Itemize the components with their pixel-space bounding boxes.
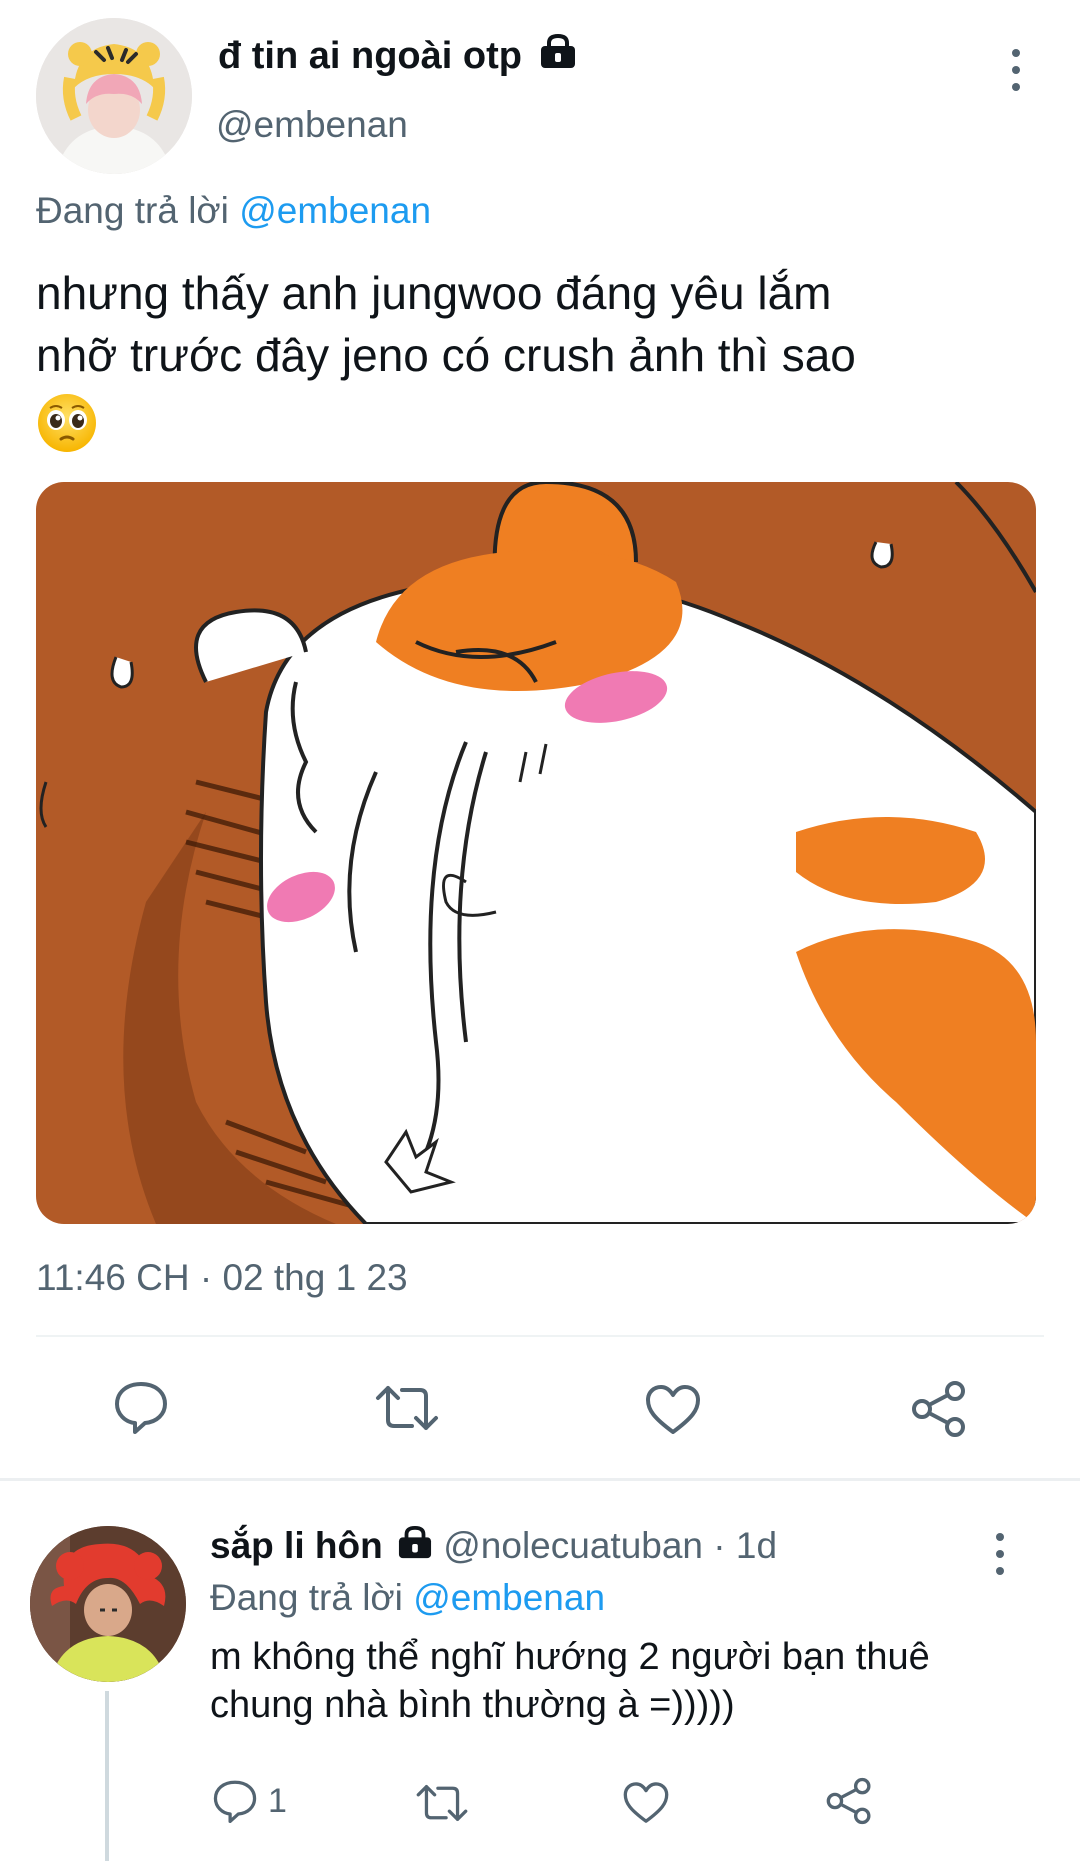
retweet-button[interactable] [374,1384,440,1432]
reply-handle-link[interactable]: @embenan [239,190,431,231]
reply-tweet[interactable]: sắp li hôn @nolecuatuban · 1d Đang trả l… [0,1481,1080,1861]
more-vertical-icon[interactable] [993,1533,1007,1575]
author-name: đ tin ai ngoài otp [218,35,522,77]
tweet-text-line: nhưng thấy anh jungwoo đáng yêu lắm [36,267,832,319]
author-name-row[interactable]: đ tin ai ngoài otp [218,33,577,81]
heart-icon [646,1385,700,1434]
reply-button[interactable] [113,1380,169,1434]
reply-time-ago: · 1d [713,1525,778,1566]
share-button[interactable] [910,1380,968,1438]
tweet-text-line: nhỡ trước đây jeno có crush ảnh thì sao [36,329,856,381]
like-button[interactable] [622,1781,670,1825]
reply-header: sắp li hôn @nolecuatuban · 1d [210,1524,777,1570]
reply-count: 1 [268,1781,287,1820]
author-handle[interactable]: @embenan [216,103,408,147]
like-button[interactable] [644,1384,702,1436]
avatar-image [30,1526,186,1682]
avatar-image [36,18,192,174]
reply-prefix: Đang trả lời [210,1577,403,1618]
pleading-face-emoji: 🥹 [36,392,98,454]
reply-author-handle[interactable]: @nolecuatuban [443,1525,703,1566]
reply-icon [213,1780,257,1823]
reply-text: m không thể nghĩ hướng 2 người bạn thuê … [210,1633,930,1729]
divider [36,1335,1044,1337]
tweet-timestamp[interactable]: 11:46 CH · 02 thg 1 23 [36,1256,408,1300]
reply-text-line: m không thể nghĩ hướng 2 người bạn thuê [210,1636,930,1678]
share-button[interactable] [825,1777,873,1825]
reply-author-avatar[interactable] [30,1526,186,1682]
replying-to: Đang trả lời @embenan [210,1576,605,1620]
reply-prefix: Đang trả lời [36,190,229,231]
retweet-icon [416,1784,468,1821]
share-icon [826,1777,871,1825]
replying-to: Đang trả lời @embenan [36,189,431,233]
retweet-icon [376,1386,438,1430]
main-tweet: đ tin ai ngoài otp @embenan Đang trả lời… [0,0,1080,1480]
reply-handle-link[interactable]: @embenan [413,1577,605,1618]
reply-icon [115,1382,167,1434]
reply-button[interactable]: 1 [212,1779,287,1823]
tweet-text: nhưng thấy anh jungwoo đáng yêu lắm nhỡ … [36,262,856,386]
retweet-button[interactable] [415,1783,469,1823]
reply-author-name[interactable]: sắp li hôn [210,1525,383,1566]
thread-line [105,1691,109,1861]
share-icon [912,1381,965,1437]
tweet-media-image[interactable] [36,482,1036,1224]
lock-icon [539,34,577,81]
heart-icon [623,1782,669,1823]
lock-icon [397,1526,433,1570]
reply-text-line: chung nhà bình thường à =))))) [210,1684,735,1726]
more-vertical-icon[interactable] [1009,49,1023,91]
author-avatar[interactable] [36,18,192,174]
